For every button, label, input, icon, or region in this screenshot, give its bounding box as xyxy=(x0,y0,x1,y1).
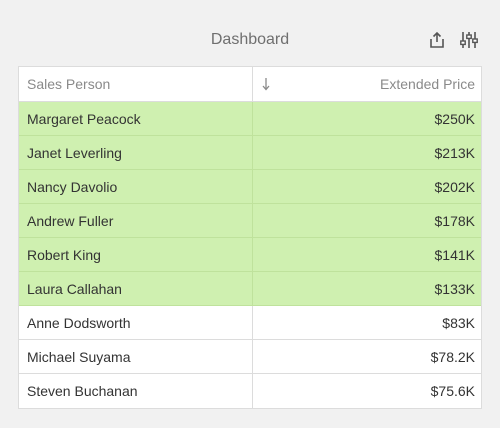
dashboard-page: Dashboard Sales Person Extended Price Ma… xyxy=(0,0,500,428)
grid-header: Sales Person Extended Price xyxy=(19,67,481,102)
sales-person-cell[interactable]: Anne Dodsworth xyxy=(19,306,253,339)
extended-price-cell[interactable]: $213K xyxy=(253,136,481,169)
extended-price-value: $75.6K xyxy=(430,383,475,399)
sales-person-cell[interactable]: Andrew Fuller xyxy=(19,204,253,237)
sales-person-name: Janet Leverling xyxy=(27,144,122,161)
sales-person-name: Steven Buchanan xyxy=(27,383,138,399)
sort-descending-icon[interactable] xyxy=(261,77,271,91)
extended-price-cell[interactable]: $202K xyxy=(253,170,481,203)
table-row[interactable]: Anne Dodsworth $83K xyxy=(19,306,481,340)
export-icon xyxy=(430,31,444,48)
sales-person-cell[interactable]: Nancy Davolio xyxy=(19,170,253,203)
column-header-sales-person[interactable]: Sales Person xyxy=(19,67,253,101)
extended-price-cell[interactable]: $141K xyxy=(253,238,481,271)
extended-price-value: $250K xyxy=(434,110,475,127)
extended-price-value: $141K xyxy=(434,246,475,263)
extended-price-cell[interactable]: $75.6K xyxy=(253,374,481,408)
extended-price-cell[interactable]: $133K xyxy=(253,272,481,305)
sales-person-name: Anne Dodsworth xyxy=(27,314,131,331)
sales-person-cell[interactable]: Steven Buchanan xyxy=(19,374,253,408)
table-row[interactable]: Andrew Fuller $178K xyxy=(19,204,481,238)
table-row[interactable]: Steven Buchanan $75.6K xyxy=(19,374,481,408)
sales-person-name: Nancy Davolio xyxy=(27,178,118,195)
column-header-extended-price[interactable]: Extended Price xyxy=(253,67,481,101)
column-header-label: Sales Person xyxy=(27,76,111,92)
table-row[interactable]: Nancy Davolio $202K xyxy=(19,170,481,204)
extended-price-cell[interactable]: $250K xyxy=(253,102,481,135)
parameters-icon xyxy=(460,32,478,48)
sales-person-name: Robert King xyxy=(27,246,101,263)
sales-person-name: Michael Suyama xyxy=(27,348,131,365)
table-row[interactable]: Robert King $141K xyxy=(19,238,481,272)
dashboard-title: Dashboard xyxy=(210,31,290,48)
extended-price-value: $78.2K xyxy=(430,348,475,365)
sales-person-name: Margaret Peacock xyxy=(27,110,141,127)
extended-price-value: $213K xyxy=(434,144,475,161)
sales-grid: Sales Person Extended Price Margaret Pea… xyxy=(18,66,482,409)
extended-price-value: $133K xyxy=(434,280,475,297)
sales-person-name: Andrew Fuller xyxy=(27,212,114,229)
parameters-button[interactable] xyxy=(458,29,480,51)
grid-body: Margaret Peacock $250K Janet Leverling $213… xyxy=(19,102,481,408)
table-row[interactable]: Laura Callahan $133K xyxy=(19,272,481,306)
sales-person-cell[interactable]: Michael Suyama xyxy=(19,340,253,373)
table-row[interactable]: Michael Suyama $78.2K xyxy=(19,340,481,374)
table-row[interactable]: Janet Leverling $213K xyxy=(19,136,481,170)
extended-price-value: $178K xyxy=(434,212,475,229)
column-header-label: Extended Price xyxy=(380,76,475,92)
sales-person-cell[interactable]: Robert King xyxy=(19,238,253,271)
extended-price-cell[interactable]: $83K xyxy=(253,306,481,339)
dashboard-header: Dashboard xyxy=(0,24,500,58)
extended-price-cell[interactable]: $78.2K xyxy=(253,340,481,373)
extended-price-value: $83K xyxy=(442,314,475,331)
export-button[interactable] xyxy=(426,29,448,51)
sales-person-name: Laura Callahan xyxy=(27,280,122,297)
sales-person-cell[interactable]: Janet Leverling xyxy=(19,136,253,169)
extended-price-value: $202K xyxy=(434,178,475,195)
sales-person-cell[interactable]: Laura Callahan xyxy=(19,272,253,305)
table-row[interactable]: Margaret Peacock $250K xyxy=(19,102,481,136)
sales-person-cell[interactable]: Margaret Peacock xyxy=(19,102,253,135)
extended-price-cell[interactable]: $178K xyxy=(253,204,481,237)
